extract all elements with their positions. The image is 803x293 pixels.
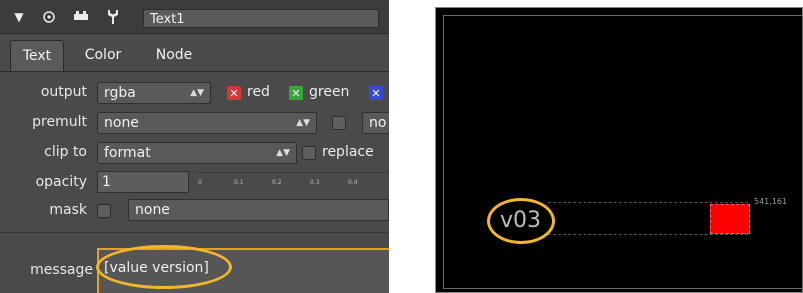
coordinate-readout: 541,161 bbox=[754, 197, 788, 206]
slider-tick: 0.3 bbox=[310, 179, 320, 186]
dropdown-arrow-icon: ▲▼ bbox=[190, 88, 204, 98]
premult-extra-select[interactable]: no bbox=[362, 112, 389, 134]
slider-tick: 0.4 bbox=[348, 179, 358, 186]
dropdown-arrow-icon: ▲▼ bbox=[296, 118, 310, 128]
node-name-field[interactable]: Text1 bbox=[143, 9, 379, 28]
premult-select[interactable]: none ▲▼ bbox=[97, 112, 317, 134]
clip-to-value: format bbox=[104, 145, 151, 161]
mask-select[interactable]: none bbox=[128, 199, 389, 221]
slider-tick: 0.1 bbox=[234, 179, 244, 186]
message-label: message bbox=[30, 262, 93, 278]
clip-to-select[interactable]: format ▲▼ bbox=[97, 142, 297, 164]
message-value: [value version] bbox=[104, 260, 209, 276]
tab-text[interactable]: Text bbox=[10, 40, 64, 71]
premult-label: premult bbox=[32, 114, 87, 130]
blue-channel-checkbox[interactable]: ✕ bbox=[369, 86, 383, 100]
red-square bbox=[710, 204, 750, 234]
dropdown-arrow-icon: ▲▼ bbox=[276, 148, 290, 158]
viewer-toggle-icon[interactable] bbox=[40, 8, 58, 26]
properties-panel: ▼ Text1 Text Color Node output rgba ▲▼ ✕… bbox=[0, 0, 389, 293]
opacity-label: opacity bbox=[35, 174, 87, 190]
premult-value: none bbox=[104, 115, 139, 131]
red-channel-label: red bbox=[247, 84, 270, 100]
mask-checkbox[interactable] bbox=[97, 204, 111, 218]
mask-value: none bbox=[135, 202, 170, 218]
green-channel-label: green bbox=[309, 84, 350, 100]
viewer-format-frame bbox=[443, 15, 803, 289]
tab-bar: Text Color Node bbox=[0, 38, 389, 72]
replace-label: replace bbox=[322, 144, 374, 160]
slider-tick: 0 bbox=[198, 179, 202, 186]
section-divider bbox=[0, 232, 389, 233]
red-channel-checkbox[interactable]: ✕ bbox=[227, 86, 241, 100]
wrench-icon[interactable] bbox=[104, 8, 122, 26]
mask-label: mask bbox=[49, 202, 87, 218]
green-channel-checkbox[interactable]: ✕ bbox=[289, 86, 303, 100]
premult-checkbox[interactable] bbox=[332, 116, 346, 130]
replace-checkbox[interactable] bbox=[302, 146, 316, 160]
bbox-bottom-line bbox=[548, 234, 748, 235]
output-value: rgba bbox=[104, 85, 136, 101]
slider-tick: 0.2 bbox=[272, 179, 282, 186]
panel-titlebar: ▼ Text1 bbox=[0, 0, 389, 34]
node-graph-icon[interactable] bbox=[72, 8, 90, 26]
opacity-slider[interactable]: 0 0.1 0.2 0.3 0.4 bbox=[196, 172, 389, 193]
collapse-triangle-icon[interactable]: ▼ bbox=[10, 8, 28, 26]
clip-to-label: clip to bbox=[44, 144, 87, 160]
bbox-top-line bbox=[548, 202, 748, 203]
version-overlay-text: v03 bbox=[500, 208, 542, 233]
premult-extra-value: no bbox=[369, 115, 387, 131]
opacity-input[interactable]: 1 bbox=[97, 171, 189, 193]
output-label: output bbox=[40, 84, 87, 100]
tab-color[interactable]: Color bbox=[78, 40, 128, 70]
output-select[interactable]: rgba ▲▼ bbox=[97, 82, 211, 104]
tab-node[interactable]: Node bbox=[144, 40, 204, 70]
